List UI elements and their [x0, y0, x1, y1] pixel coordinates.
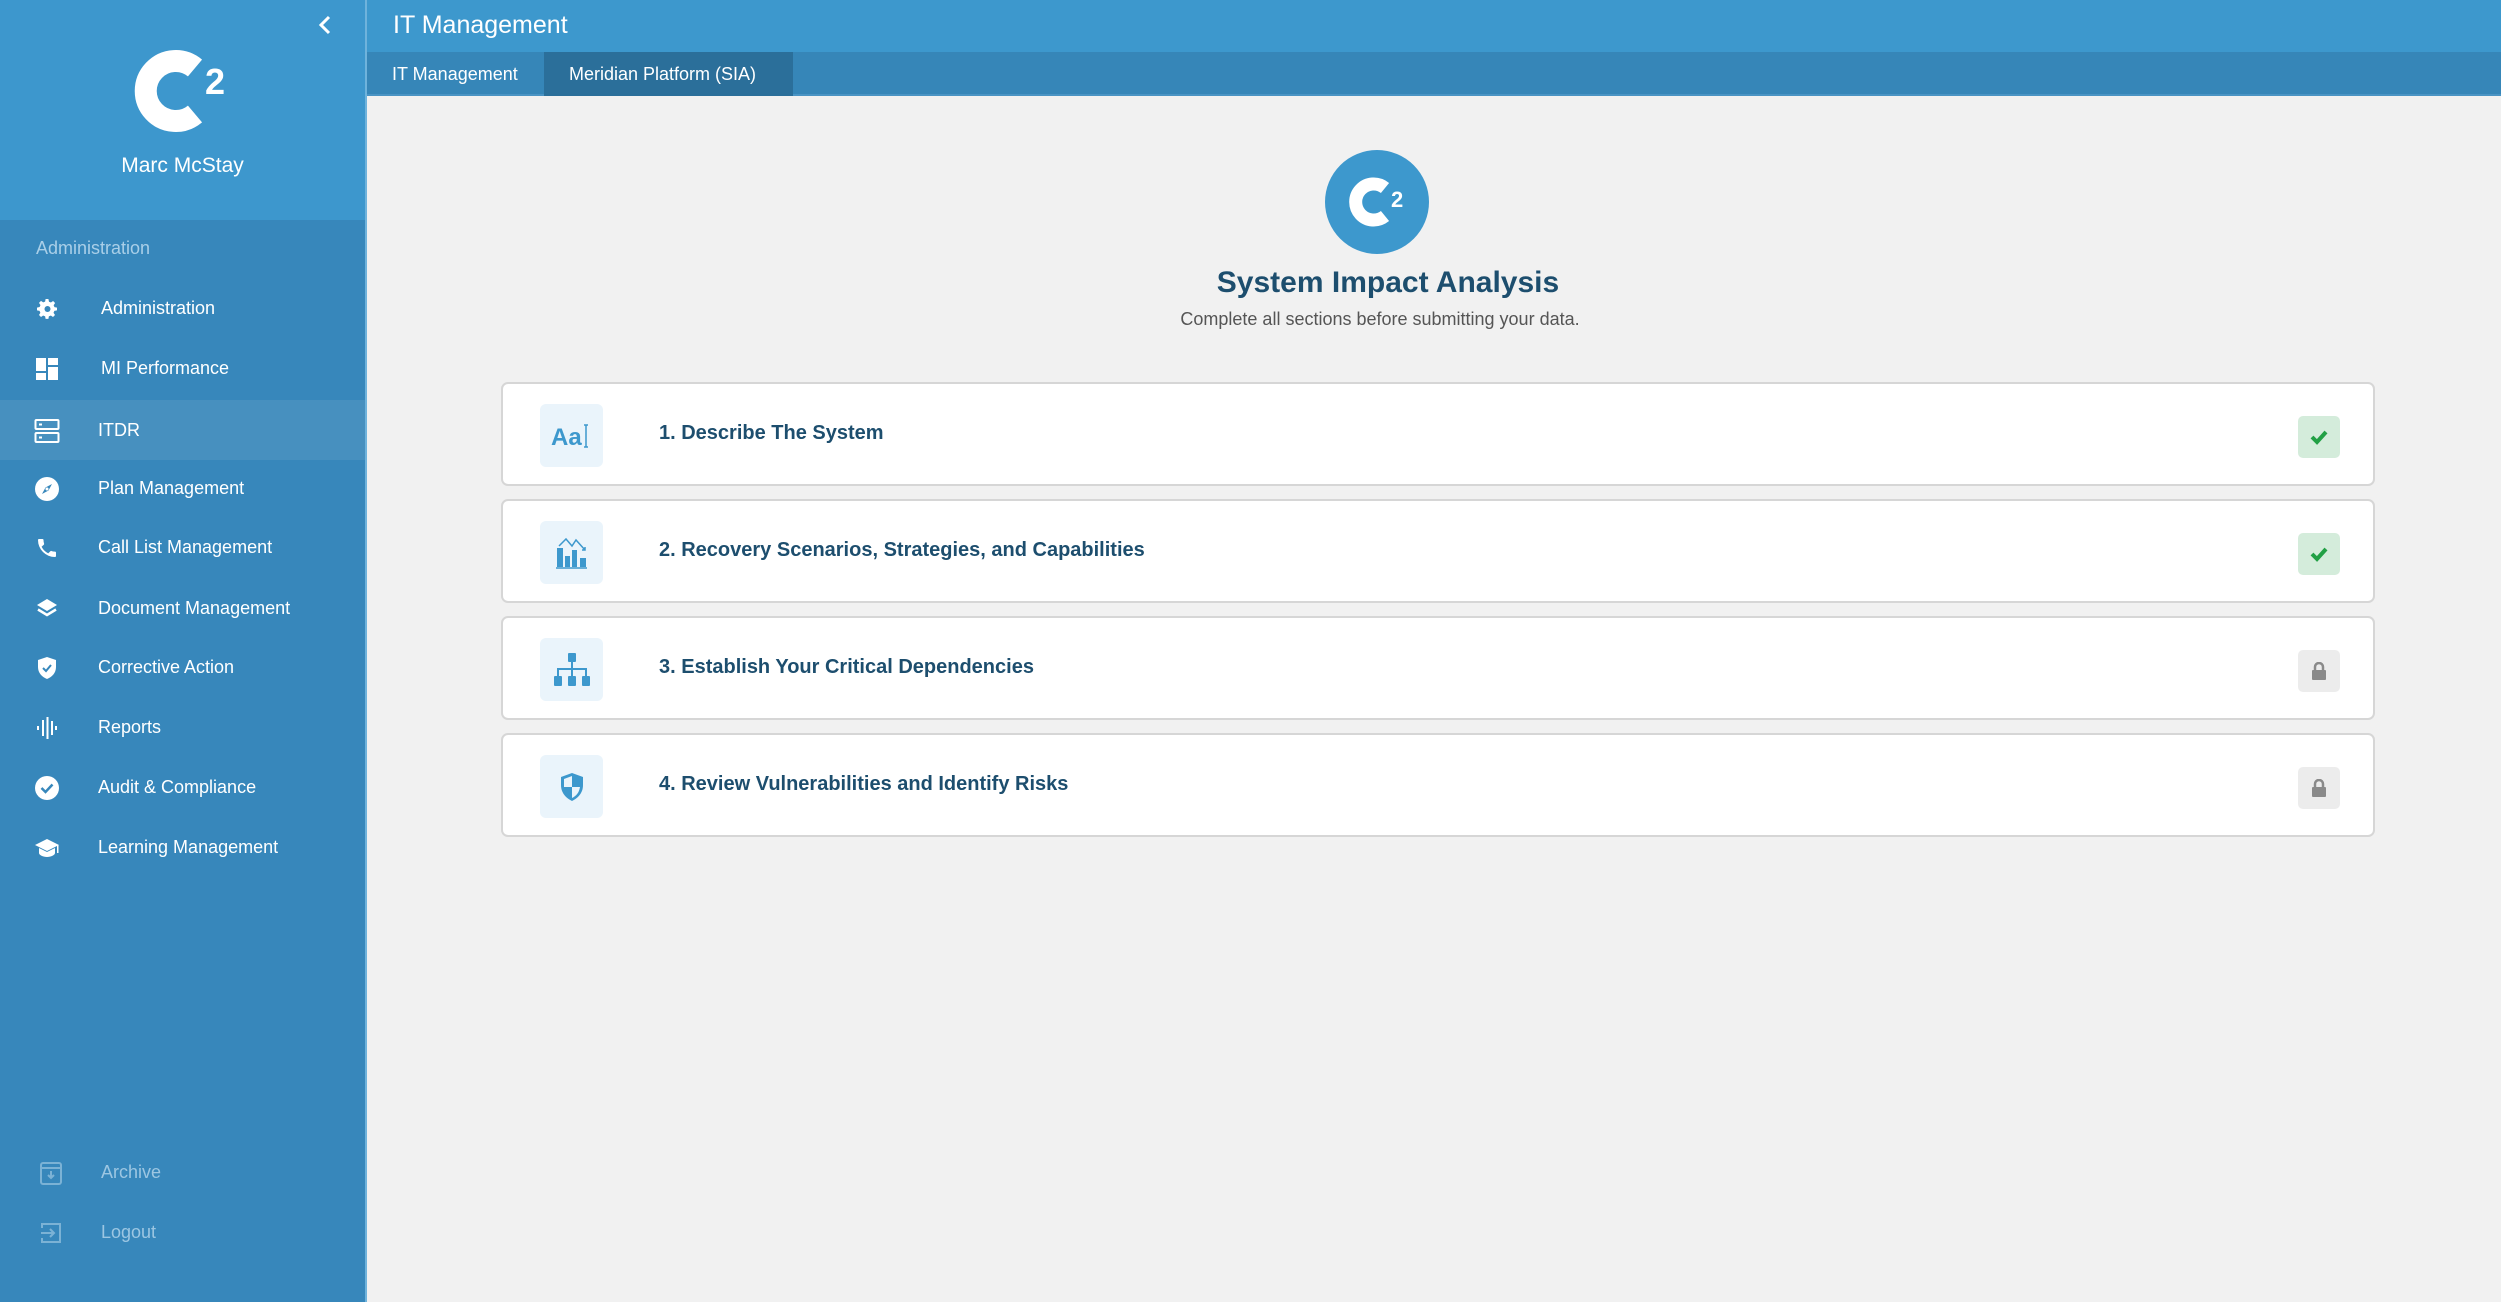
- sidebar-item-itdr[interactable]: ITDR: [0, 400, 365, 460]
- status-badge-complete: [2298, 533, 2340, 575]
- svg-text:2: 2: [205, 61, 225, 102]
- sidebar-item-logout[interactable]: Logout: [0, 1202, 365, 1262]
- section-card-vulnerabilities-risks[interactable]: 4. Review Vulnerabilities and Identify R…: [501, 733, 2375, 837]
- chart-decline-icon: [540, 521, 603, 584]
- waveform-icon: [34, 715, 60, 741]
- sidebar-item-label: Audit & Compliance: [98, 776, 257, 797]
- sidebar-item-label: Archive: [101, 1161, 162, 1182]
- logout-icon: [38, 1220, 64, 1246]
- sidebar-item-audit-compliance[interactable]: Audit & Compliance: [0, 757, 365, 817]
- section-title: 2. Recovery Scenarios, Strategies, and C…: [659, 539, 1145, 561]
- top-header: IT Management: [367, 0, 2501, 52]
- section-title: 4. Review Vulnerabilities and Identify R…: [659, 773, 1069, 795]
- sidebar-item-label: Plan Management: [98, 477, 245, 498]
- sidebar-item-label: Corrective Action: [98, 656, 235, 677]
- section-card-describe-system[interactable]: Aa 1. Describe The System: [501, 382, 2375, 486]
- dashboard-icon: [34, 356, 60, 382]
- shield-half-icon: [540, 755, 603, 818]
- section-card-critical-dependencies[interactable]: 3. Establish Your Critical Dependencies: [501, 616, 2375, 720]
- c2-logo-icon: 2: [1349, 177, 1403, 227]
- lock-icon: [2312, 779, 2326, 797]
- tab-meridian-platform-sia[interactable]: Meridian Platform (SIA): [544, 52, 793, 96]
- lock-icon: [2312, 662, 2326, 680]
- page-subtitle: Complete all sections before submitting …: [1180, 309, 1580, 329]
- svg-text:2: 2: [1391, 187, 1403, 212]
- hierarchy-icon: [540, 638, 603, 701]
- svg-text:Aa: Aa: [551, 424, 582, 451]
- sidebar-profile: 2 Marc McStay: [0, 0, 365, 220]
- sidebar-item-label: Call List Management: [98, 536, 273, 557]
- sidebar-item-learning-management[interactable]: Learning Management: [0, 817, 365, 877]
- sidebar-item-document-management[interactable]: Document Management: [0, 578, 365, 638]
- graduation-cap-icon: [34, 835, 60, 861]
- sidebar: 2 Marc McStay Administration Administrat…: [0, 0, 367, 1302]
- section-card-recovery-scenarios[interactable]: 2. Recovery Scenarios, Strategies, and C…: [501, 499, 2375, 603]
- page-header-title: IT Management: [393, 11, 568, 39]
- text-format-icon: Aa: [540, 404, 603, 467]
- c2-logo-badge: 2: [1325, 150, 1429, 254]
- section-title: 1. Describe The System: [659, 422, 884, 444]
- status-badge-complete: [2298, 416, 2340, 458]
- section-title: 3. Establish Your Critical Dependencies: [659, 656, 1034, 678]
- compass-icon: [34, 476, 60, 502]
- sidebar-item-reports[interactable]: Reports: [0, 697, 365, 757]
- sidebar-item-call-list-management[interactable]: Call List Management: [0, 517, 365, 577]
- sidebar-item-archive[interactable]: Archive: [0, 1142, 365, 1202]
- sidebar-item-mi-performance[interactable]: MI Performance: [0, 338, 365, 398]
- sidebar-item-label: Document Management: [98, 597, 291, 618]
- sidebar-item-label: Learning Management: [98, 836, 279, 857]
- sidebar-item-label: Logout: [101, 1221, 157, 1242]
- layers-icon: [34, 596, 60, 622]
- status-badge-locked: [2298, 650, 2340, 692]
- sidebar-item-label: Reports: [98, 716, 162, 737]
- section-label: Administration: [36, 238, 151, 258]
- server-icon: [34, 418, 60, 444]
- sidebar-item-label: MI Performance: [101, 357, 230, 378]
- collapse-sidebar-button[interactable]: [312, 10, 338, 40]
- phone-icon: [34, 535, 60, 561]
- checkmark-icon: [2310, 547, 2328, 562]
- archive-icon: [38, 1160, 64, 1186]
- user-name: Marc McStay: [121, 154, 244, 177]
- sidebar-item-label: ITDR: [98, 419, 140, 440]
- sidebar-item-corrective-action[interactable]: Corrective Action: [0, 637, 365, 697]
- chevron-left-icon: [318, 15, 331, 35]
- tab-bar: IT Management Meridian Platform (SIA): [367, 52, 2501, 96]
- c2-logo: 2: [134, 50, 225, 132]
- page-title: System Impact Analysis: [1216, 266, 1560, 299]
- tab-it-management[interactable]: IT Management: [367, 52, 544, 96]
- sidebar-item-plan-management[interactable]: Plan Management: [0, 458, 365, 518]
- checkmark-icon: [2310, 430, 2328, 445]
- shield-check-icon: [34, 655, 60, 681]
- status-badge-locked: [2298, 767, 2340, 809]
- check-circle-icon: [34, 775, 60, 801]
